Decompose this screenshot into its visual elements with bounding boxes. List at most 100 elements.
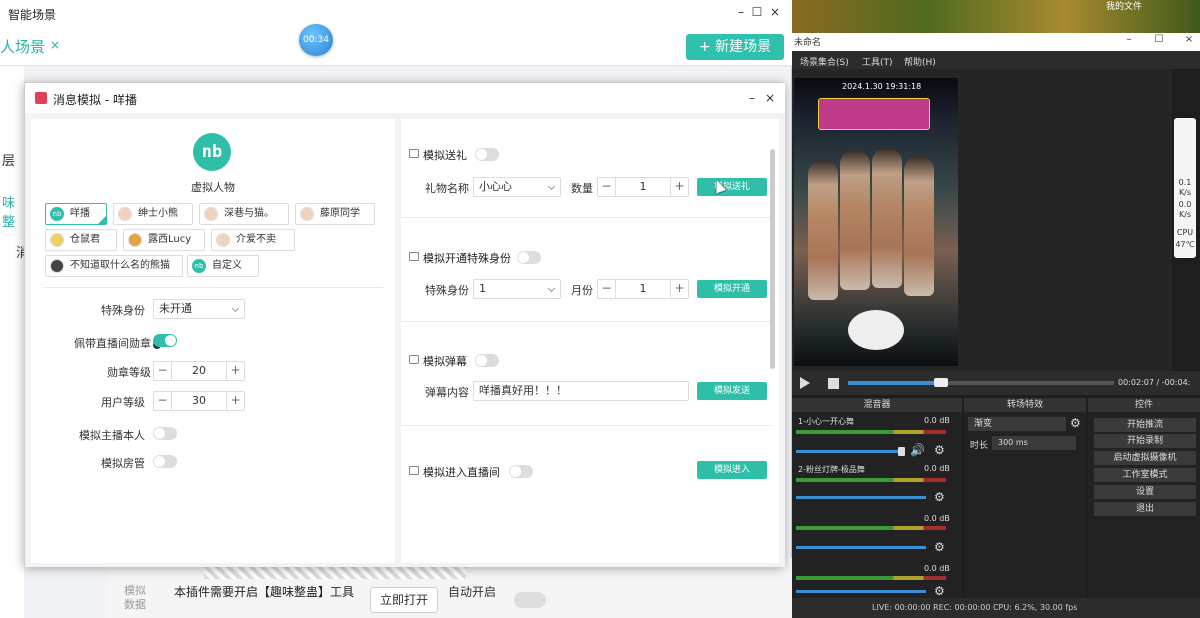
enter-room-icon bbox=[409, 466, 419, 475]
character-chip[interactable]: 不知道取什么名的熊猫 bbox=[45, 255, 183, 277]
enter-room-button[interactable]: 模拟进入 bbox=[697, 461, 767, 479]
increment-button[interactable]: + bbox=[226, 392, 244, 410]
menu-tools[interactable]: 工具(T) bbox=[862, 55, 893, 68]
danmaku-input[interactable]: 咩播真好用！！！ bbox=[473, 381, 689, 401]
panda-avatar-icon bbox=[50, 259, 64, 273]
wear-badge-toggle[interactable] bbox=[153, 334, 177, 347]
user-level-stepper[interactable]: − 30 + bbox=[153, 391, 245, 411]
gift-name-select[interactable]: 小心心 bbox=[473, 177, 561, 197]
gift-qty-label: 数量 bbox=[571, 182, 593, 195]
gift-qty-value[interactable]: 1 bbox=[616, 178, 670, 196]
character-chip[interactable]: 露西Lucy bbox=[123, 229, 205, 251]
character-chip[interactable]: 绅士小熊 bbox=[113, 203, 193, 225]
increment-button[interactable]: + bbox=[670, 178, 688, 196]
chevron-down-icon bbox=[547, 182, 556, 191]
special-identity-select[interactable]: 未开通 bbox=[153, 299, 245, 319]
bg-tab-close-icon[interactable]: × bbox=[50, 38, 60, 52]
bg-sidebar-text[interactable]: 味整 bbox=[2, 192, 24, 230]
open-identity-button[interactable]: 模拟开通 bbox=[697, 280, 767, 298]
transition-select[interactable]: 渐变 bbox=[968, 417, 1066, 431]
menu-help[interactable]: 帮助(H) bbox=[904, 55, 936, 68]
volume-knob[interactable] bbox=[898, 447, 905, 456]
cpu-label: CPU bbox=[1176, 228, 1194, 237]
bg-minimize-button[interactable]: – bbox=[734, 5, 748, 19]
decrement-button[interactable]: − bbox=[154, 392, 172, 410]
bg-maximize-button[interactable]: ☐ bbox=[750, 5, 764, 19]
bg-scene-tab[interactable]: 人场景 bbox=[0, 36, 45, 57]
volume-slider[interactable] bbox=[796, 450, 900, 453]
obs-maximize-button[interactable]: ☐ bbox=[1152, 34, 1166, 45]
dancer-figure bbox=[872, 148, 902, 288]
panel-scrollbar[interactable] bbox=[770, 149, 775, 369]
character-chip[interactable]: 仓鼠君 bbox=[45, 229, 117, 251]
seek-handle[interactable] bbox=[934, 378, 948, 387]
rate-unit: K/s bbox=[1178, 188, 1192, 197]
gear-icon[interactable]: ⚙ bbox=[1070, 416, 1081, 430]
send-gift-button[interactable]: 模拟送礼 bbox=[697, 178, 767, 196]
bg-close-button[interactable]: × bbox=[768, 5, 782, 19]
increment-button[interactable]: + bbox=[226, 362, 244, 380]
badge-level-stepper[interactable]: − 20 + bbox=[153, 361, 245, 381]
studio-mode-button[interactable]: 工作室模式 bbox=[1094, 468, 1196, 482]
speaker-icon[interactable]: 🔊 bbox=[910, 443, 925, 457]
gear-icon[interactable]: ⚙ bbox=[934, 584, 945, 598]
month-stepper[interactable]: − 1 + bbox=[597, 279, 689, 299]
robot-vacuum-image bbox=[848, 310, 904, 350]
play-icon[interactable] bbox=[800, 377, 810, 389]
character-chip[interactable]: 介爱不卖 bbox=[211, 229, 295, 251]
timer-bubble[interactable]: 00:34 bbox=[299, 24, 333, 56]
bg-left-sidebar: 层 味整 消 bbox=[0, 66, 29, 618]
volume-slider[interactable] bbox=[796, 496, 926, 499]
mock-host-toggle[interactable] bbox=[153, 427, 177, 440]
exit-button[interactable]: 退出 bbox=[1094, 502, 1196, 516]
settings-button[interactable]: 设置 bbox=[1094, 485, 1196, 499]
decrement-button[interactable]: − bbox=[598, 280, 616, 298]
character-chip[interactable]: nb 咩播 bbox=[45, 203, 107, 225]
auto-open-toggle[interactable] bbox=[514, 592, 546, 608]
status-text: LIVE: 00:00:00 REC: 00:00:00 CPU: 6.2%, … bbox=[872, 603, 1078, 612]
character-chip[interactable]: 深巷与猫。 bbox=[199, 203, 289, 225]
open-now-button[interactable]: 立即打开 bbox=[370, 587, 438, 613]
start-recording-button[interactable]: 开始录制 bbox=[1094, 434, 1196, 448]
volume-slider[interactable] bbox=[796, 590, 926, 593]
obs-close-button[interactable]: × bbox=[1182, 34, 1196, 45]
bg-mock-data-label: 模拟数据 bbox=[124, 584, 146, 611]
increment-button[interactable]: + bbox=[670, 280, 688, 298]
gear-icon[interactable]: ⚙ bbox=[934, 490, 945, 504]
plugin-notice-text: 本插件需要开启【趣味整蛊】工具 bbox=[174, 585, 355, 599]
volume-slider[interactable] bbox=[796, 546, 926, 549]
decrement-button[interactable]: − bbox=[598, 178, 616, 196]
gear-icon[interactable]: ⚙ bbox=[934, 443, 945, 457]
send-danmaku-button[interactable]: 模拟发送 bbox=[697, 382, 767, 400]
character-name: 绅士小熊 bbox=[138, 208, 178, 219]
dialog-minimize-button[interactable]: – bbox=[745, 91, 759, 105]
character-chip[interactable]: nb 自定义 bbox=[187, 255, 259, 277]
decrement-button[interactable]: − bbox=[154, 362, 172, 380]
character-chip[interactable]: 藤原同学 bbox=[295, 203, 375, 225]
duration-input[interactable]: 300 ms bbox=[992, 436, 1076, 450]
gift-qty-stepper[interactable]: − 1 + bbox=[597, 177, 689, 197]
identity-toggle[interactable] bbox=[517, 251, 541, 264]
gift-name-value: 小心心 bbox=[479, 180, 512, 193]
enter-toggle[interactable] bbox=[509, 465, 533, 478]
controls-dock-header: 控件 bbox=[1088, 398, 1200, 412]
mock-admin-toggle[interactable] bbox=[153, 455, 177, 468]
start-virtual-camera-button[interactable]: 启动虚拟摄像机 bbox=[1094, 451, 1196, 465]
obs-minimize-button[interactable]: – bbox=[1122, 34, 1136, 45]
user-level-value[interactable]: 30 bbox=[172, 392, 226, 410]
badge-level-value[interactable]: 20 bbox=[172, 362, 226, 380]
menu-scene-collection[interactable]: 场景集合(S) bbox=[800, 55, 849, 68]
dialog-close-button[interactable]: × bbox=[763, 91, 777, 105]
gift-toggle[interactable] bbox=[475, 148, 499, 161]
media-time: 00:02:07 / -00:04: bbox=[1118, 378, 1191, 387]
month-value[interactable]: 1 bbox=[616, 280, 670, 298]
obs-window: 我的文件 未命名 – ☐ × 场景集合(S) 工具(T) 帮助(H) 2024.… bbox=[792, 0, 1200, 618]
identity-select[interactable]: 1 bbox=[473, 279, 561, 299]
danmaku-toggle[interactable] bbox=[475, 354, 499, 367]
stop-icon[interactable] bbox=[828, 378, 839, 389]
character-name: 深巷与猫。 bbox=[224, 208, 274, 219]
my-files-label[interactable]: 我的文件 bbox=[1106, 0, 1142, 12]
new-scene-button[interactable]: + 新建场景 bbox=[686, 34, 784, 60]
gear-icon[interactable]: ⚙ bbox=[934, 540, 945, 554]
start-streaming-button[interactable]: 开始推流 bbox=[1094, 418, 1196, 432]
